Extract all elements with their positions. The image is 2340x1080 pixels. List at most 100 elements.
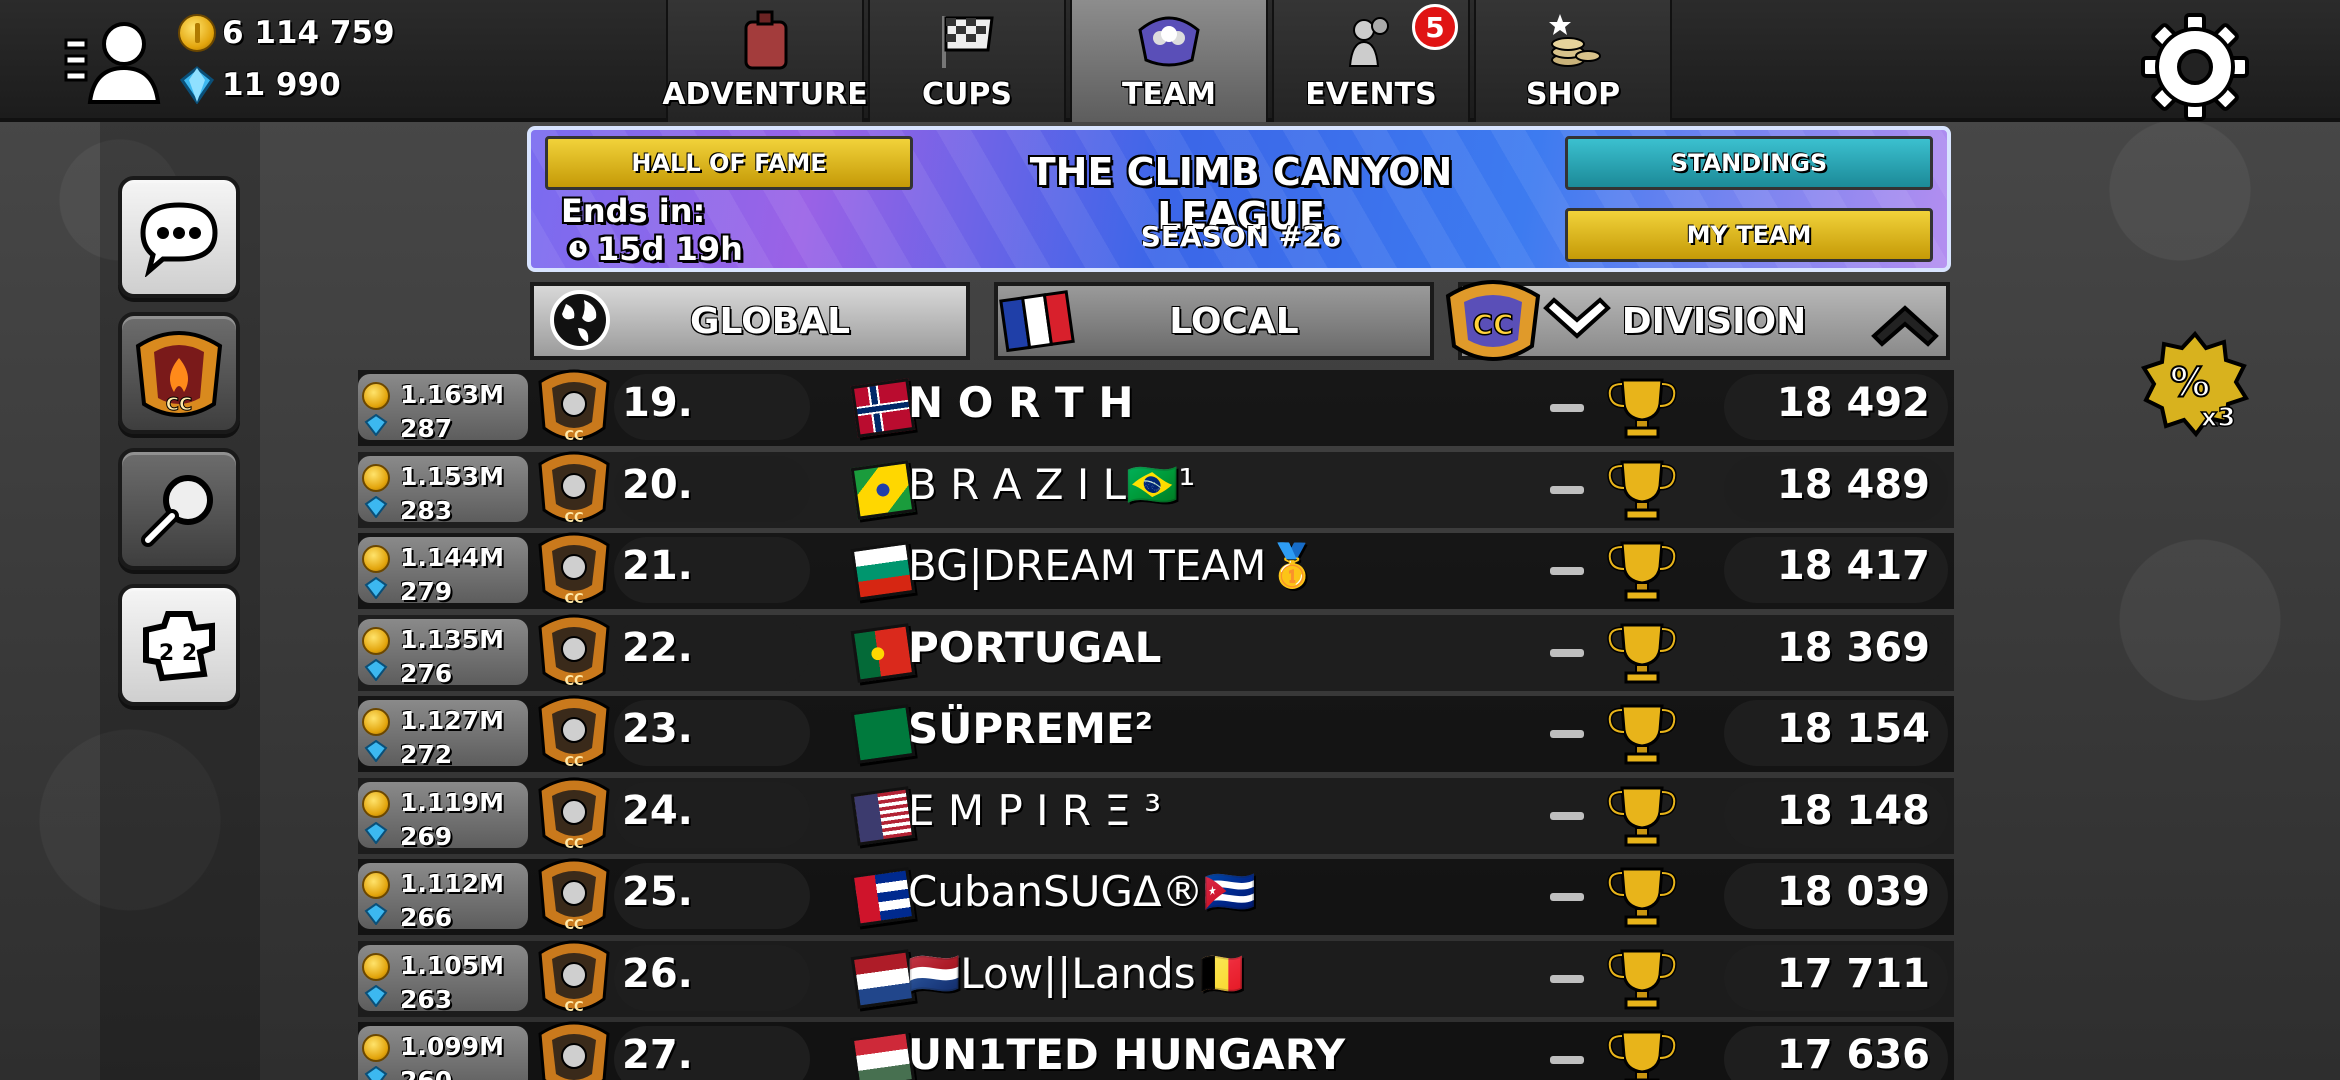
puzzle-button[interactable]: 2 2 bbox=[118, 584, 240, 706]
country-flag-icon bbox=[850, 541, 916, 601]
tab-local[interactable]: LOCAL bbox=[994, 282, 1434, 360]
rank-number: 21. bbox=[622, 543, 693, 589]
reward-coins: 1.112M bbox=[400, 869, 504, 898]
reward-box: 1.144M 279 bbox=[358, 537, 528, 606]
coins-stack-icon bbox=[1549, 14, 1601, 67]
country-flag-icon bbox=[850, 867, 916, 927]
reward-box: 1.127M 272 bbox=[358, 700, 528, 769]
leaderboard-row[interactable]: 1.127M 272 CC 23. SÜPREME² 18 154 bbox=[358, 694, 1954, 772]
league-banner: HALL OF FAME THE CLIMB CANYON LEAGUE STA… bbox=[527, 126, 1951, 272]
gem-icon bbox=[364, 658, 388, 681]
leaderboard-row[interactable]: 1.119M 269 CC 24. E M P I R Ξ ³ 18 148 bbox=[358, 776, 1954, 854]
ends-in-label: Ends in: bbox=[561, 192, 706, 230]
leaderboard-row[interactable]: 1.163M 287 CC 19. N O R T H 18 492 bbox=[358, 368, 1954, 446]
reward-gems: 287 bbox=[400, 414, 453, 443]
leaderboard-row[interactable]: 1.153M 283 CC 20. B R A Z I L🇧🇷¹ 18 489 bbox=[358, 450, 1954, 528]
reward-coins: 1.127M bbox=[400, 706, 504, 735]
hall-of-fame-button[interactable]: HALL OF FAME bbox=[545, 136, 913, 190]
rank-unchanged-icon bbox=[1550, 648, 1584, 657]
reward-coins: 1.144M bbox=[400, 543, 504, 572]
leaderboard-row[interactable]: 1.144M 279 CC 21. BG|DREAM TEAM🥇 18 417 bbox=[358, 531, 1954, 609]
tab-shop[interactable]: SHOP bbox=[1474, 0, 1672, 122]
division-emblem-icon: CC bbox=[1445, 280, 1541, 361]
chat-button[interactable] bbox=[118, 176, 240, 298]
tab-cups[interactable]: CUPS bbox=[868, 0, 1066, 122]
reward-coins: 1.153M bbox=[400, 461, 504, 491]
leaderboard-row[interactable]: 1.105M 263 CC 26. 🇳🇱Low||Lands🇧🇪 17 711 bbox=[358, 939, 1954, 1017]
coin-icon bbox=[362, 545, 390, 573]
team-score: 17 636 bbox=[1776, 1032, 1930, 1078]
trophy-icon bbox=[1607, 704, 1677, 765]
svg-text:CC: CC bbox=[564, 1000, 583, 1015]
team-badge-icon: CC bbox=[538, 777, 610, 852]
reward-coins: 1.099M bbox=[400, 1032, 504, 1061]
team-badge-icon: CC bbox=[538, 369, 610, 444]
reward-box: 1.112M 266 bbox=[358, 863, 528, 932]
clock-icon bbox=[566, 237, 590, 261]
tab-global[interactable]: GLOBAL bbox=[530, 282, 970, 360]
gem-icon bbox=[364, 495, 388, 518]
tab-cups-label: CUPS bbox=[922, 77, 1012, 112]
team-badge-icon: CC bbox=[538, 695, 610, 770]
chevron-up-icon bbox=[1871, 305, 1939, 347]
search-button[interactable] bbox=[118, 448, 240, 570]
svg-text:CC: CC bbox=[166, 394, 192, 415]
country-flag-icon bbox=[850, 622, 916, 683]
tab-adventure[interactable]: ADVENTURE bbox=[662, 0, 868, 122]
profile-menu-button[interactable] bbox=[60, 14, 170, 106]
team-badge-icon: CC bbox=[538, 1021, 610, 1080]
reward-gems: 276 bbox=[400, 658, 453, 688]
team-emblem-button[interactable]: CC bbox=[118, 312, 240, 434]
season-label: SEASON #26 bbox=[1140, 220, 1342, 253]
gear-icon bbox=[2141, 13, 2249, 121]
trophy-icon bbox=[1607, 949, 1677, 1009]
settings-button[interactable] bbox=[2140, 12, 2250, 122]
leaderboard-row[interactable]: 1.135M 276 CC 22. PORTUGAL 18 369 bbox=[358, 613, 1954, 691]
gem-icon bbox=[364, 740, 388, 762]
country-flag-icon bbox=[850, 785, 916, 846]
gem-icon bbox=[364, 577, 388, 599]
tab-events[interactable]: 5 EVENTS bbox=[1272, 0, 1470, 122]
leaderboard-row[interactable]: 1.112M 266 CC 25. CubanSUGΔ®🇨🇺 18 039 bbox=[358, 857, 1954, 935]
reward-coins: 1.163M bbox=[400, 380, 504, 409]
svg-text:CC: CC bbox=[564, 511, 583, 526]
division-emblem-text: CC bbox=[1472, 308, 1513, 341]
profile-menu-icon bbox=[64, 22, 161, 104]
svg-text:CC: CC bbox=[564, 837, 583, 852]
tab-team[interactable]: TEAM bbox=[1070, 0, 1268, 122]
discount-multiplier: x3 bbox=[2201, 403, 2236, 433]
rank-number: 26. bbox=[622, 950, 693, 997]
team-name: 🇳🇱Low||Lands🇧🇪 bbox=[908, 948, 1248, 998]
globe-icon bbox=[550, 290, 610, 350]
rank-number: 20. bbox=[622, 461, 693, 508]
team-badge-icon: CC bbox=[538, 451, 610, 526]
team-badge-icon: CC bbox=[538, 858, 610, 933]
chat-bubble-icon bbox=[140, 202, 218, 277]
events-icon bbox=[1348, 17, 1389, 67]
rank-unchanged-icon bbox=[1550, 1056, 1584, 1064]
reward-gems: 279 bbox=[400, 577, 453, 606]
leaderboard-row[interactable]: 1.099M 260 CC 27. UN1TED HUNGARY 17 636 bbox=[358, 1020, 1954, 1080]
tab-team-label: TEAM bbox=[1121, 77, 1217, 112]
rank-number: 27. bbox=[622, 1032, 693, 1078]
rank-unchanged-icon bbox=[1550, 404, 1584, 412]
standings-button[interactable]: STANDINGS bbox=[1565, 136, 1933, 190]
rank-number: 22. bbox=[622, 624, 693, 671]
team-name: N O R T H bbox=[908, 378, 1134, 427]
coin-icon bbox=[362, 382, 390, 410]
reward-gems: 266 bbox=[400, 903, 453, 932]
coin-icon bbox=[362, 708, 390, 736]
events-notification-badge: 5 bbox=[1412, 4, 1458, 50]
team-score: 18 039 bbox=[1776, 869, 1930, 915]
ends-in-value: 15d 19h bbox=[597, 230, 743, 268]
reward-coins: 1.135M bbox=[400, 624, 504, 654]
trophy-icon bbox=[1607, 623, 1677, 683]
reward-gems: 263 bbox=[400, 984, 453, 1014]
my-team-button[interactable]: MY TEAM bbox=[1565, 208, 1933, 262]
top-bar: 6 114 759 11 990 ADVENTURE CUPS TEAM 5 E… bbox=[0, 0, 2340, 122]
tab-division-label: DIVISION bbox=[1621, 300, 1807, 342]
tab-global-label: GLOBAL bbox=[689, 300, 851, 342]
fuel-can-icon bbox=[744, 10, 788, 70]
discount-offer-button[interactable]: % x3 bbox=[2140, 330, 2250, 440]
coin-icon bbox=[362, 1034, 390, 1062]
